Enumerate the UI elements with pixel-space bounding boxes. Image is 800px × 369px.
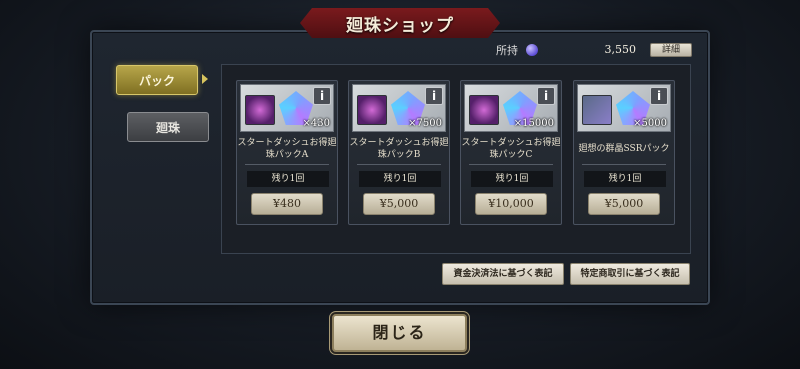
tab-gem[interactable]: 廻珠 [127, 112, 209, 142]
payment-services-act-button[interactable]: 資金決済法に基づく表記 [442, 263, 564, 285]
item-count: ×5000 [633, 118, 667, 129]
divider [469, 164, 553, 165]
product-thumbnail: ×430 i [240, 84, 334, 132]
product-thumbnail: ×15000 i [464, 84, 558, 132]
info-button[interactable]: i [537, 87, 555, 105]
product-thumbnail: ×7500 i [352, 84, 446, 132]
product-card[interactable]: ×5000 i 廻想の群晶SSRパック 残り1回 ¥5,000 [573, 80, 675, 225]
item-count: ×7500 [408, 118, 442, 129]
tab-pack[interactable]: パック [116, 65, 198, 95]
info-button[interactable]: i [425, 87, 443, 105]
divider [582, 164, 666, 165]
ssr-card-icon [582, 95, 612, 125]
info-button[interactable]: i [313, 87, 331, 105]
product-name: 廻想の群晶SSRパック [578, 144, 670, 154]
shop-title: 廻珠ショップ [300, 8, 500, 38]
product-name: スタートダッシュお得廻珠パックA [237, 138, 337, 160]
divider [357, 164, 441, 165]
info-button[interactable]: i [650, 87, 668, 105]
selected-tab-arrow-icon [202, 74, 208, 84]
price-button[interactable]: ¥5,000 [363, 193, 435, 215]
product-name: スタートダッシュお得廻珠パックB [349, 138, 449, 160]
item-count: ×430 [302, 118, 330, 129]
character-item-icon [469, 95, 499, 125]
close-button[interactable]: 閉じる [332, 314, 467, 352]
remaining-count: 残り1回 [471, 171, 553, 187]
price-button[interactable]: ¥5,000 [588, 193, 660, 215]
product-card[interactable]: ×7500 i スタートダッシュお得廻珠パックB 残り1回 ¥5,000 [348, 80, 450, 225]
balance-value: 3,550 [604, 43, 637, 56]
product-card[interactable]: ×430 i スタートダッシュお得廻珠パックA 残り1回 ¥480 [236, 80, 338, 225]
product-name: スタートダッシュお得廻珠パックC [461, 138, 561, 160]
currency-balance: 所持 3,550 詳細 [496, 41, 692, 58]
product-thumbnail: ×5000 i [577, 84, 671, 132]
price-button[interactable]: ¥10,000 [475, 193, 547, 215]
remaining-count: 残り1回 [359, 171, 441, 187]
product-card[interactable]: ×15000 i スタートダッシュお得廻珠パックC 残り1回 ¥10,000 [460, 80, 562, 225]
divider [245, 164, 329, 165]
detail-button[interactable]: 詳細 [650, 42, 692, 57]
remaining-count: 残り1回 [584, 171, 666, 187]
item-count: ×15000 [513, 118, 554, 129]
balance-label: 所持 [496, 43, 518, 57]
remaining-count: 残り1回 [247, 171, 329, 187]
commercial-transactions-act-button[interactable]: 特定商取引に基づく表記 [570, 263, 690, 285]
character-item-icon [357, 95, 387, 125]
gem-icon [526, 43, 538, 56]
price-button[interactable]: ¥480 [251, 193, 323, 215]
character-item-icon [245, 95, 275, 125]
